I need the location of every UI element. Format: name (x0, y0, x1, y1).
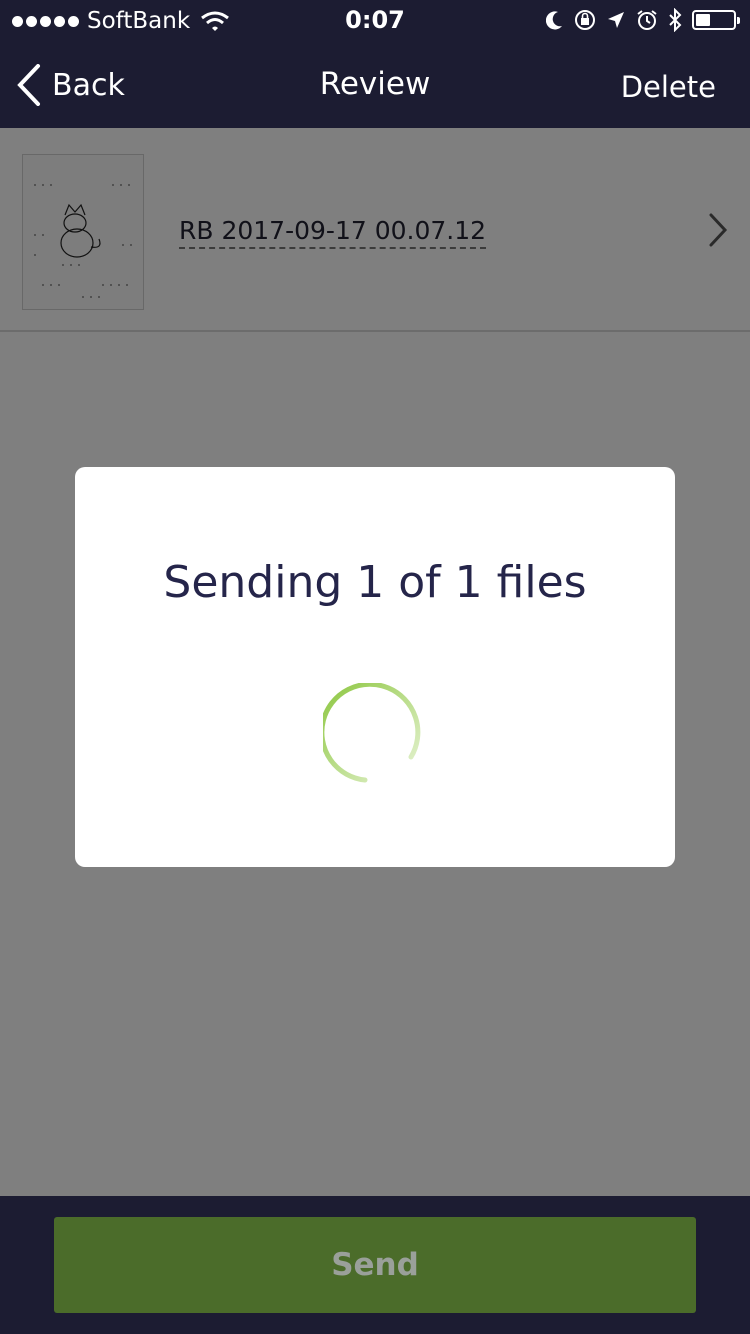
location-icon (608, 12, 624, 28)
status-bar: SoftBank 0:07 (0, 0, 750, 40)
alarm-icon (637, 10, 657, 30)
delete-button[interactable]: Delete (621, 70, 716, 104)
battery-icon (692, 10, 740, 30)
bottom-bar: Send (0, 1196, 750, 1334)
sending-dialog: Sending 1 of 1 files (75, 467, 675, 867)
send-button[interactable]: Send (54, 1217, 696, 1313)
bluetooth-icon (669, 8, 682, 32)
navigation-bar: Back Review Delete (0, 40, 750, 128)
status-icons (546, 8, 740, 32)
rotation-lock-icon (575, 10, 595, 30)
loading-spinner-icon (323, 683, 421, 783)
moon-icon (546, 11, 562, 30)
dialog-title: Sending 1 of 1 files (163, 557, 587, 608)
